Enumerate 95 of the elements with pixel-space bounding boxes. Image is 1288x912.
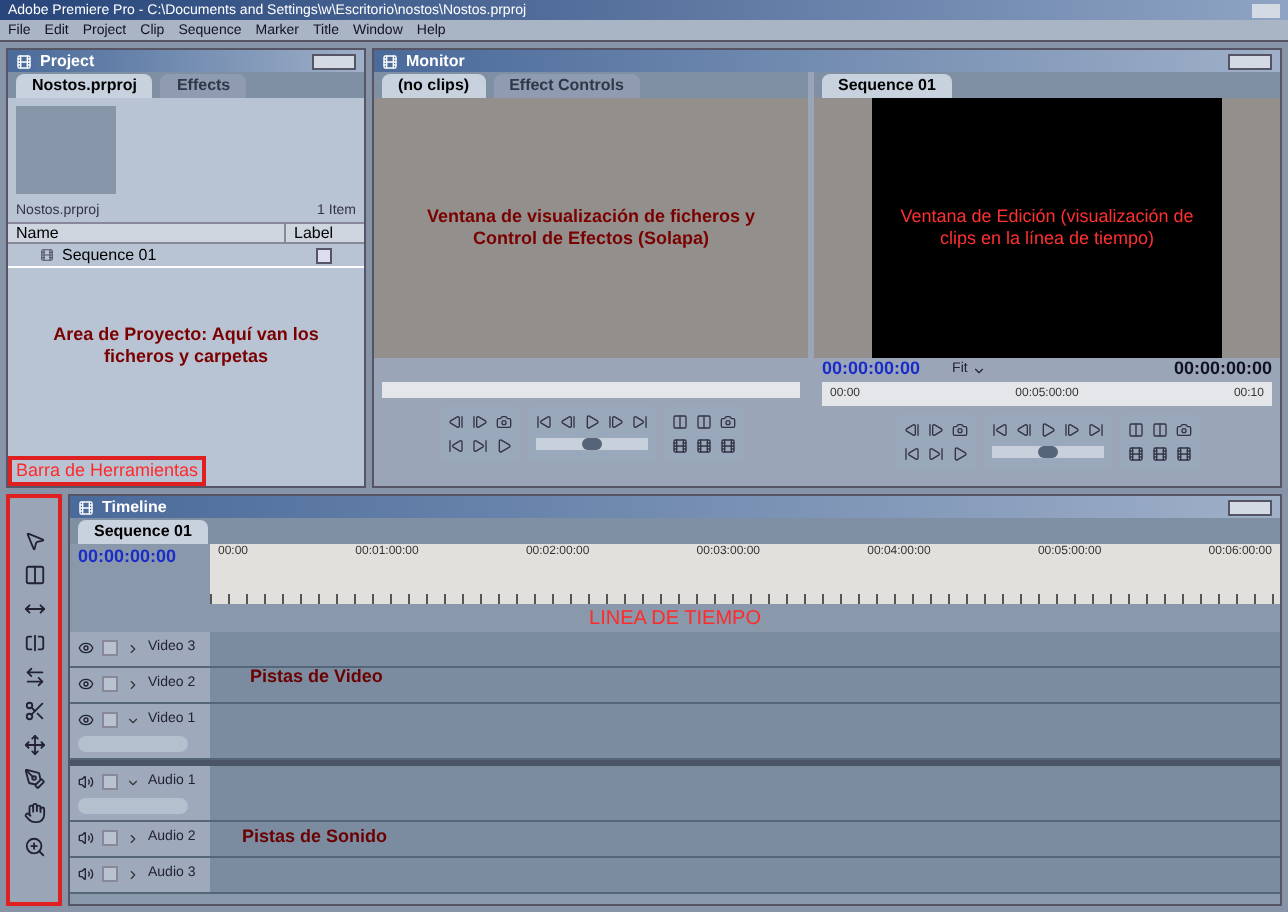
shuttle-thumb[interactable]: [1037, 446, 1057, 458]
app-icon: [78, 499, 94, 515]
duration: 00:00:00:00: [1173, 356, 1272, 383]
eye-icon[interactable]: [78, 712, 94, 729]
annotation-text: Area de Proyecto: Aquí van los ficheros y carpetas: [51, 324, 321, 369]
transport-icon[interactable]: [1151, 446, 1167, 462]
tool-icon[interactable]: [23, 768, 45, 790]
annotation-text: Ventana de Edición (visualización de clips en la línea de tiempo): [898, 205, 1196, 251]
transport-icon[interactable]: [991, 422, 1007, 438]
transport-icon[interactable]: [535, 414, 551, 430]
caret-icon: [971, 363, 986, 377]
app-icon: [16, 53, 32, 69]
annotation-label: Barra de Herramientas: [8, 455, 207, 486]
timecode[interactable]: 00:00:00:00: [822, 356, 921, 384]
tool-icon[interactable]: [23, 598, 45, 620]
expand-toggle[interactable]: [126, 867, 140, 882]
expand-toggle[interactable]: [126, 677, 140, 692]
annotation-text: Pistas de Video: [250, 664, 383, 690]
label-checkbox[interactable]: [316, 247, 332, 263]
panel-tab[interactable]: Sequence 01: [78, 520, 208, 544]
transport-icon[interactable]: [671, 438, 687, 454]
expand-toggle[interactable]: [126, 775, 140, 790]
transport-icon[interactable]: [1175, 422, 1191, 438]
lock-toggle[interactable]: [102, 640, 118, 657]
transport-icon[interactable]: [1151, 422, 1167, 438]
app-icon: [382, 53, 398, 69]
panel-title: Project: [40, 49, 95, 73]
transport-icon[interactable]: [927, 446, 943, 462]
tool-icon[interactable]: [23, 530, 45, 552]
speaker-icon[interactable]: [78, 774, 94, 791]
tool-icon[interactable]: [23, 564, 45, 586]
tool-icon[interactable]: [23, 666, 45, 688]
sequence-item[interactable]: Sequence 01: [54, 243, 316, 267]
lock-toggle[interactable]: [102, 676, 118, 693]
transport-icon[interactable]: [495, 438, 511, 454]
annotation-text: Ventana de visualización de ficheros y Control de Efectos (Solapa): [424, 205, 758, 251]
transport-icon[interactable]: [583, 414, 599, 430]
transport-icon[interactable]: [695, 414, 711, 430]
transport-icon[interactable]: [671, 414, 687, 430]
window-controls-icon[interactable]: [1228, 53, 1272, 69]
transport-icon[interactable]: [607, 414, 623, 430]
expand-toggle[interactable]: [126, 641, 140, 656]
transport-icon[interactable]: [719, 414, 735, 430]
tool-icon[interactable]: [23, 836, 45, 858]
transport-icon[interactable]: [1063, 422, 1079, 438]
window-controls-icon[interactable]: [312, 53, 356, 69]
panel-title: Timeline: [102, 495, 167, 519]
transport-icon[interactable]: [447, 414, 463, 430]
transport-icon[interactable]: [471, 438, 487, 454]
window-controls-icon[interactable]: [1228, 499, 1272, 515]
transport-icon[interactable]: [695, 438, 711, 454]
transport-icon[interactable]: [951, 422, 967, 438]
panel-tab[interactable]: Nostos.prproj: [16, 74, 153, 98]
panel-tab[interactable]: Effect Controls: [493, 74, 640, 98]
tool-icon[interactable]: [23, 700, 45, 722]
sequence-icon: [40, 248, 54, 262]
tool-icon[interactable]: [23, 802, 45, 824]
preview-thumbnail: [16, 106, 116, 194]
speaker-icon[interactable]: [78, 830, 94, 847]
panel-tab[interactable]: Effects: [160, 74, 247, 98]
transport-icon[interactable]: [1175, 446, 1191, 462]
panel-tab[interactable]: (no clips): [382, 74, 486, 98]
column-header[interactable]: Name: [8, 224, 284, 242]
annotation-text: LINEA DE TIEMPO: [589, 605, 761, 633]
lock-toggle[interactable]: [102, 712, 118, 729]
transport-icon[interactable]: [1087, 422, 1103, 438]
transport-icon[interactable]: [1039, 422, 1055, 438]
transport-icon[interactable]: [1127, 446, 1143, 462]
transport-icon[interactable]: [1127, 422, 1143, 438]
transport-icon[interactable]: [927, 422, 943, 438]
transport-icon[interactable]: [559, 414, 575, 430]
annotation-text: Pistas de Sonido: [242, 824, 388, 850]
shuttle-thumb[interactable]: [581, 438, 601, 450]
tool-icon[interactable]: [23, 632, 45, 654]
transport-icon[interactable]: [631, 414, 647, 430]
transport-icon[interactable]: [951, 446, 967, 462]
transport-icon[interactable]: [495, 414, 511, 430]
eye-icon[interactable]: [78, 640, 94, 657]
lock-toggle[interactable]: [102, 830, 118, 847]
lock-toggle[interactable]: [102, 774, 118, 791]
transport-icon[interactable]: [1015, 422, 1031, 438]
panel-tab[interactable]: Sequence 01: [822, 74, 952, 98]
transport-icon[interactable]: [719, 438, 735, 454]
panel-title: Monitor: [406, 49, 465, 73]
transport-icon[interactable]: [447, 438, 463, 454]
transport-icon[interactable]: [903, 422, 919, 438]
lock-toggle[interactable]: [102, 866, 118, 883]
transport-icon[interactable]: [471, 414, 487, 430]
tool-icon[interactable]: [23, 734, 45, 756]
column-header[interactable]: Label: [284, 224, 364, 242]
expand-toggle[interactable]: [126, 831, 140, 846]
transport-icon[interactable]: [903, 446, 919, 462]
eye-icon[interactable]: [78, 676, 94, 693]
speaker-icon[interactable]: [78, 866, 94, 883]
expand-toggle[interactable]: [126, 713, 140, 728]
